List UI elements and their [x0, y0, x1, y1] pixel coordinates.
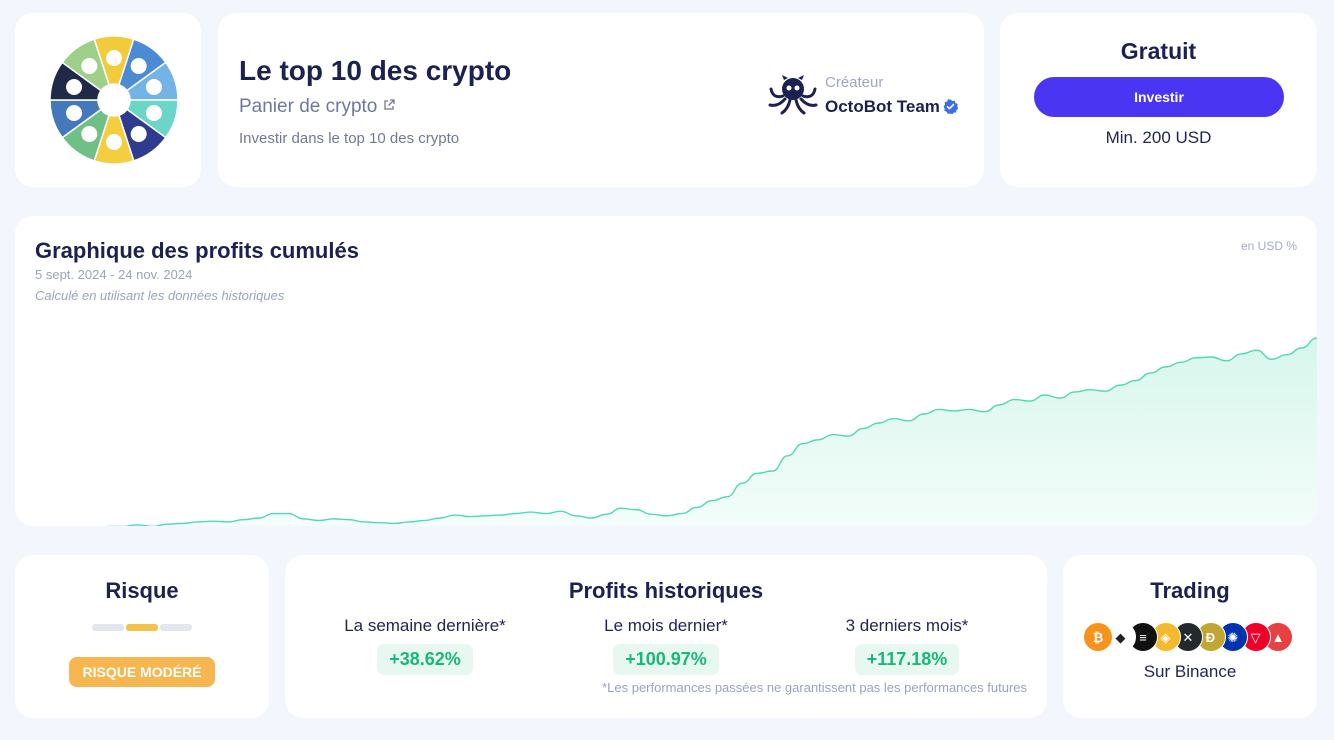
creator-info[interactable]: Créateur OctoBot Team	[768, 73, 968, 117]
chart-date-range: 5 sept. 2024 - 24 nov. 2024	[35, 267, 193, 282]
profits-title: Profits historiques	[568, 578, 764, 603]
chart-unit: en USD %	[1240, 239, 1297, 253]
external-link-icon	[379, 99, 395, 115]
chart-note: Calculé en utilisant les données histori…	[35, 288, 285, 303]
profit-week-value: +38.62%	[377, 644, 473, 675]
risk-level-bar	[92, 624, 192, 631]
profit-week-label: La semaine dernière*	[344, 616, 506, 635]
avalanche-icon	[130, 125, 147, 142]
profit-3months-label: 3 derniers mois*	[845, 616, 969, 635]
basket-wheel-icon	[49, 35, 179, 165]
cardano-icon	[81, 125, 98, 142]
profit-month-label: Le mois dernier*	[604, 616, 728, 635]
profit-month: Le mois dernier* +100.97%	[546, 616, 786, 675]
basket-description: Investir dans le top 10 des crypto	[239, 130, 460, 147]
dogecoin-icon	[66, 104, 83, 121]
profit-3months-value: +117.18%	[854, 644, 960, 675]
performance-disclaimer: *Les performances passées ne garantissen…	[602, 680, 1027, 695]
bitcoin-icon	[145, 79, 162, 96]
profit-week: La semaine dernière* +38.62%	[305, 616, 545, 675]
creator-label: Créateur	[825, 74, 884, 91]
exchange-label: Sur Binance	[1143, 662, 1237, 681]
tron-icon	[106, 134, 122, 150]
xrp-icon	[66, 79, 83, 96]
minimum-investment: Min. 200 USD	[1105, 128, 1212, 147]
risk-title: Risque	[105, 578, 179, 603]
basket-title: Le top 10 des crypto	[239, 55, 512, 86]
invest-button[interactable]: Investir	[1034, 77, 1284, 117]
bnb-icon	[81, 58, 98, 75]
octobot-logo-icon	[768, 75, 818, 115]
solana-icon	[106, 50, 122, 66]
polygon-icon	[145, 104, 162, 121]
trading-card: Trading ₿ ◆ ≡ ◈ ✕ Ð ✺ ▽ ▲ Sur Binance	[1063, 555, 1317, 718]
profit-month-value: +100.97%	[613, 644, 719, 675]
price-label: Gratuit	[1120, 38, 1197, 64]
risk-badge: RISQUE MODÉRÉ	[69, 657, 215, 687]
creator-name-text: OctoBot Team	[825, 97, 940, 116]
creator-name: OctoBot Team	[825, 97, 958, 117]
risk-card: Risque RISQUE MODÉRÉ	[15, 555, 269, 718]
bitcoin-icon: ₿	[1083, 622, 1113, 652]
basket-info-card: Le top 10 des crypto Panier de crypto In…	[218, 13, 984, 187]
coin-icons-row: ₿ ◆ ≡ ◈ ✕ Ð ✺ ▽ ▲	[1083, 622, 1297, 654]
chart-title: Graphique des profits cumulés	[35, 238, 359, 263]
historical-profits-card: Profits historiques La semaine dernière*…	[285, 555, 1047, 718]
basket-type-label: Panier de crypto	[239, 96, 378, 117]
cumulative-profit-chart-card: Graphique des profits cumulés 5 sept. 20…	[15, 216, 1317, 526]
trading-title: Trading	[1150, 578, 1230, 603]
invest-card: Gratuit Investir Min. 200 USD	[1000, 13, 1317, 187]
profit-area	[128, 338, 1317, 526]
ethereum-icon	[130, 58, 147, 75]
risk-level-segment	[160, 624, 192, 631]
wheel-center	[98, 84, 130, 116]
basket-logo-card	[15, 13, 201, 187]
profit-3months: 3 derniers mois* +117.18%	[787, 616, 1027, 675]
verified-badge-icon	[943, 99, 958, 114]
risk-level-segment	[92, 624, 124, 631]
basket-type-link[interactable]: Panier de crypto	[239, 96, 395, 118]
risk-level-segment	[126, 624, 158, 631]
